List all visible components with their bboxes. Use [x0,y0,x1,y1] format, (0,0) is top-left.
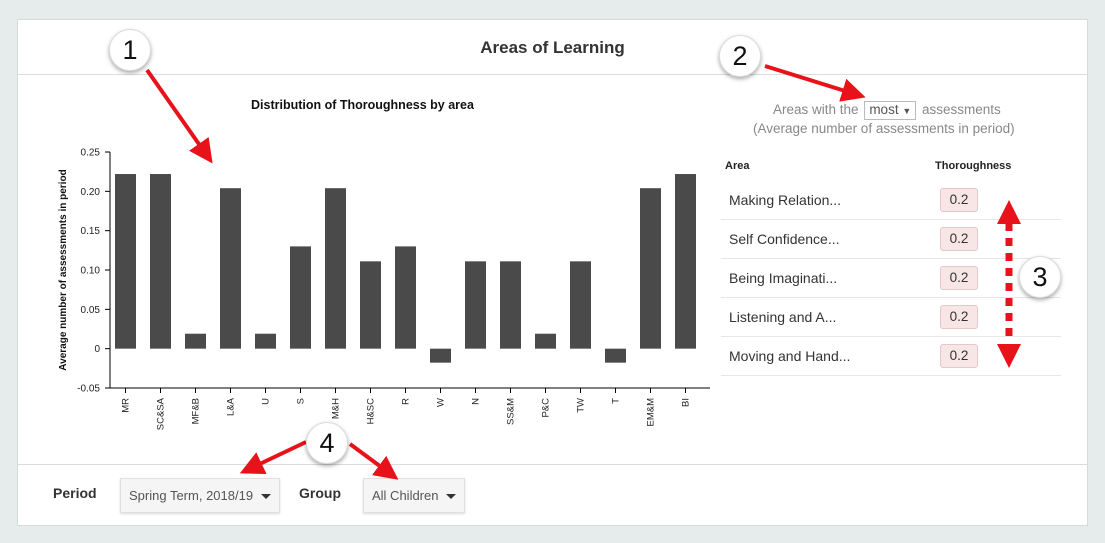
thoroughness-column-header: Thoroughness [935,160,1012,172]
thoroughness-value: 0.2 [940,266,978,290]
x-tick-label: U [261,398,272,405]
areas-of-learning-panel: Areas of Learning Distribution of Thorou… [17,19,1088,526]
x-tick-label: MF&B [191,398,202,424]
divider [18,74,1087,75]
group-label: Group [299,485,341,501]
table-row[interactable]: Being Imaginati... 0.2 [721,258,1061,298]
x-tick-label: M&H [331,398,342,419]
callout-badge: 4 [306,422,348,464]
selector-subtitle: (Average number of assessments in period… [753,121,1015,136]
period-label: Period [53,485,97,501]
area-column-header: Area [725,160,750,172]
y-tick-label: 0.25 [81,148,101,159]
period-dropdown[interactable]: Spring Term, 2018/19 [120,478,281,513]
x-tick-label: SC&SA [156,397,167,430]
area-name: Listening and A... [729,309,837,325]
bar-emm [640,188,661,349]
area-name: Moving and Hand... [729,348,851,364]
table-row[interactable]: Making Relation... 0.2 [721,180,1061,220]
bar-la [220,188,241,349]
bar-w [430,348,451,363]
bar-mh [325,188,346,349]
thoroughness-value: 0.2 [940,188,978,212]
y-tick-label: 0.05 [81,305,101,316]
x-tick-label: N [471,398,482,405]
divider [18,464,1087,465]
x-tick-label: MR [121,398,132,413]
y-axis-label: Average number of assessments in period [58,169,69,370]
thoroughness-bar-chart: 0.25 0.20 0.15 0.10 0.05 0 -0.05 MR SC&SA MF&B L&A… [58,148,710,430]
selector-prefix: Areas with the [773,102,859,117]
area-name: Being Imaginati... [729,270,838,286]
x-tick-label: R [401,398,412,405]
x-tick-label: T [611,398,622,404]
bar-tw [570,261,591,349]
chevron-down-icon: ▼ [902,106,912,116]
table-row[interactable]: Self Confidence... 0.2 [721,219,1061,259]
x-tick-label: L&A [226,397,237,416]
x-tick-label: P&C [541,398,552,418]
bar-scsa [150,174,171,349]
bar-mfb [185,333,206,349]
callout-badge: 3 [1019,256,1061,298]
x-tick-label: BI [681,398,692,407]
group-value: All Children [372,488,439,503]
area-name: Self Confidence... [729,231,840,247]
table-row[interactable]: Moving and Hand... 0.2 [721,336,1061,376]
bar-hsc [360,261,381,349]
bar-pc [535,333,556,349]
callout-badge: 1 [109,29,151,71]
panel-title: Areas of Learning [480,38,625,57]
most-least-select[interactable]: most ▼ [864,101,917,120]
x-tick-label: TW [576,398,587,413]
selector-suffix: assessments [922,102,1001,117]
area-name: Making Relation... [729,192,842,208]
caret-down-icon [446,494,457,500]
thoroughness-value: 0.2 [940,305,978,329]
y-tick-label: 0 [94,344,100,355]
chart-title: Distribution of Thoroughness by area [251,98,474,112]
bar-n [465,261,486,349]
bar-t [605,348,626,363]
x-tick-label: EM&M [646,398,657,427]
table-row[interactable]: Listening and A... 0.2 [721,297,1061,337]
bar-ssm [500,261,521,349]
y-tick-label: 0.10 [81,266,101,277]
bar-u [255,333,276,349]
x-tick-label: W [436,398,447,407]
x-tick-label: S [296,398,307,404]
areas-selector-line: Areas with the most ▼ assessments [773,101,1001,120]
group-dropdown[interactable]: All Children [363,478,466,513]
bar-s [290,246,311,349]
y-tick-label: 0.20 [81,187,101,198]
select-value: most [869,102,899,117]
x-tick-label: SS&M [506,398,517,425]
x-tick-label: H&SC [366,398,377,425]
y-tick-label: 0.15 [81,226,101,237]
period-value: Spring Term, 2018/19 [129,488,254,503]
bar-bi [675,174,696,349]
thoroughness-value: 0.2 [940,227,978,251]
caret-down-icon [261,494,272,500]
callout-badge: 2 [719,35,761,77]
y-tick-label: -0.05 [77,384,100,395]
bar-mr [115,174,136,349]
bar-r [395,246,416,349]
thoroughness-value: 0.2 [940,344,978,368]
